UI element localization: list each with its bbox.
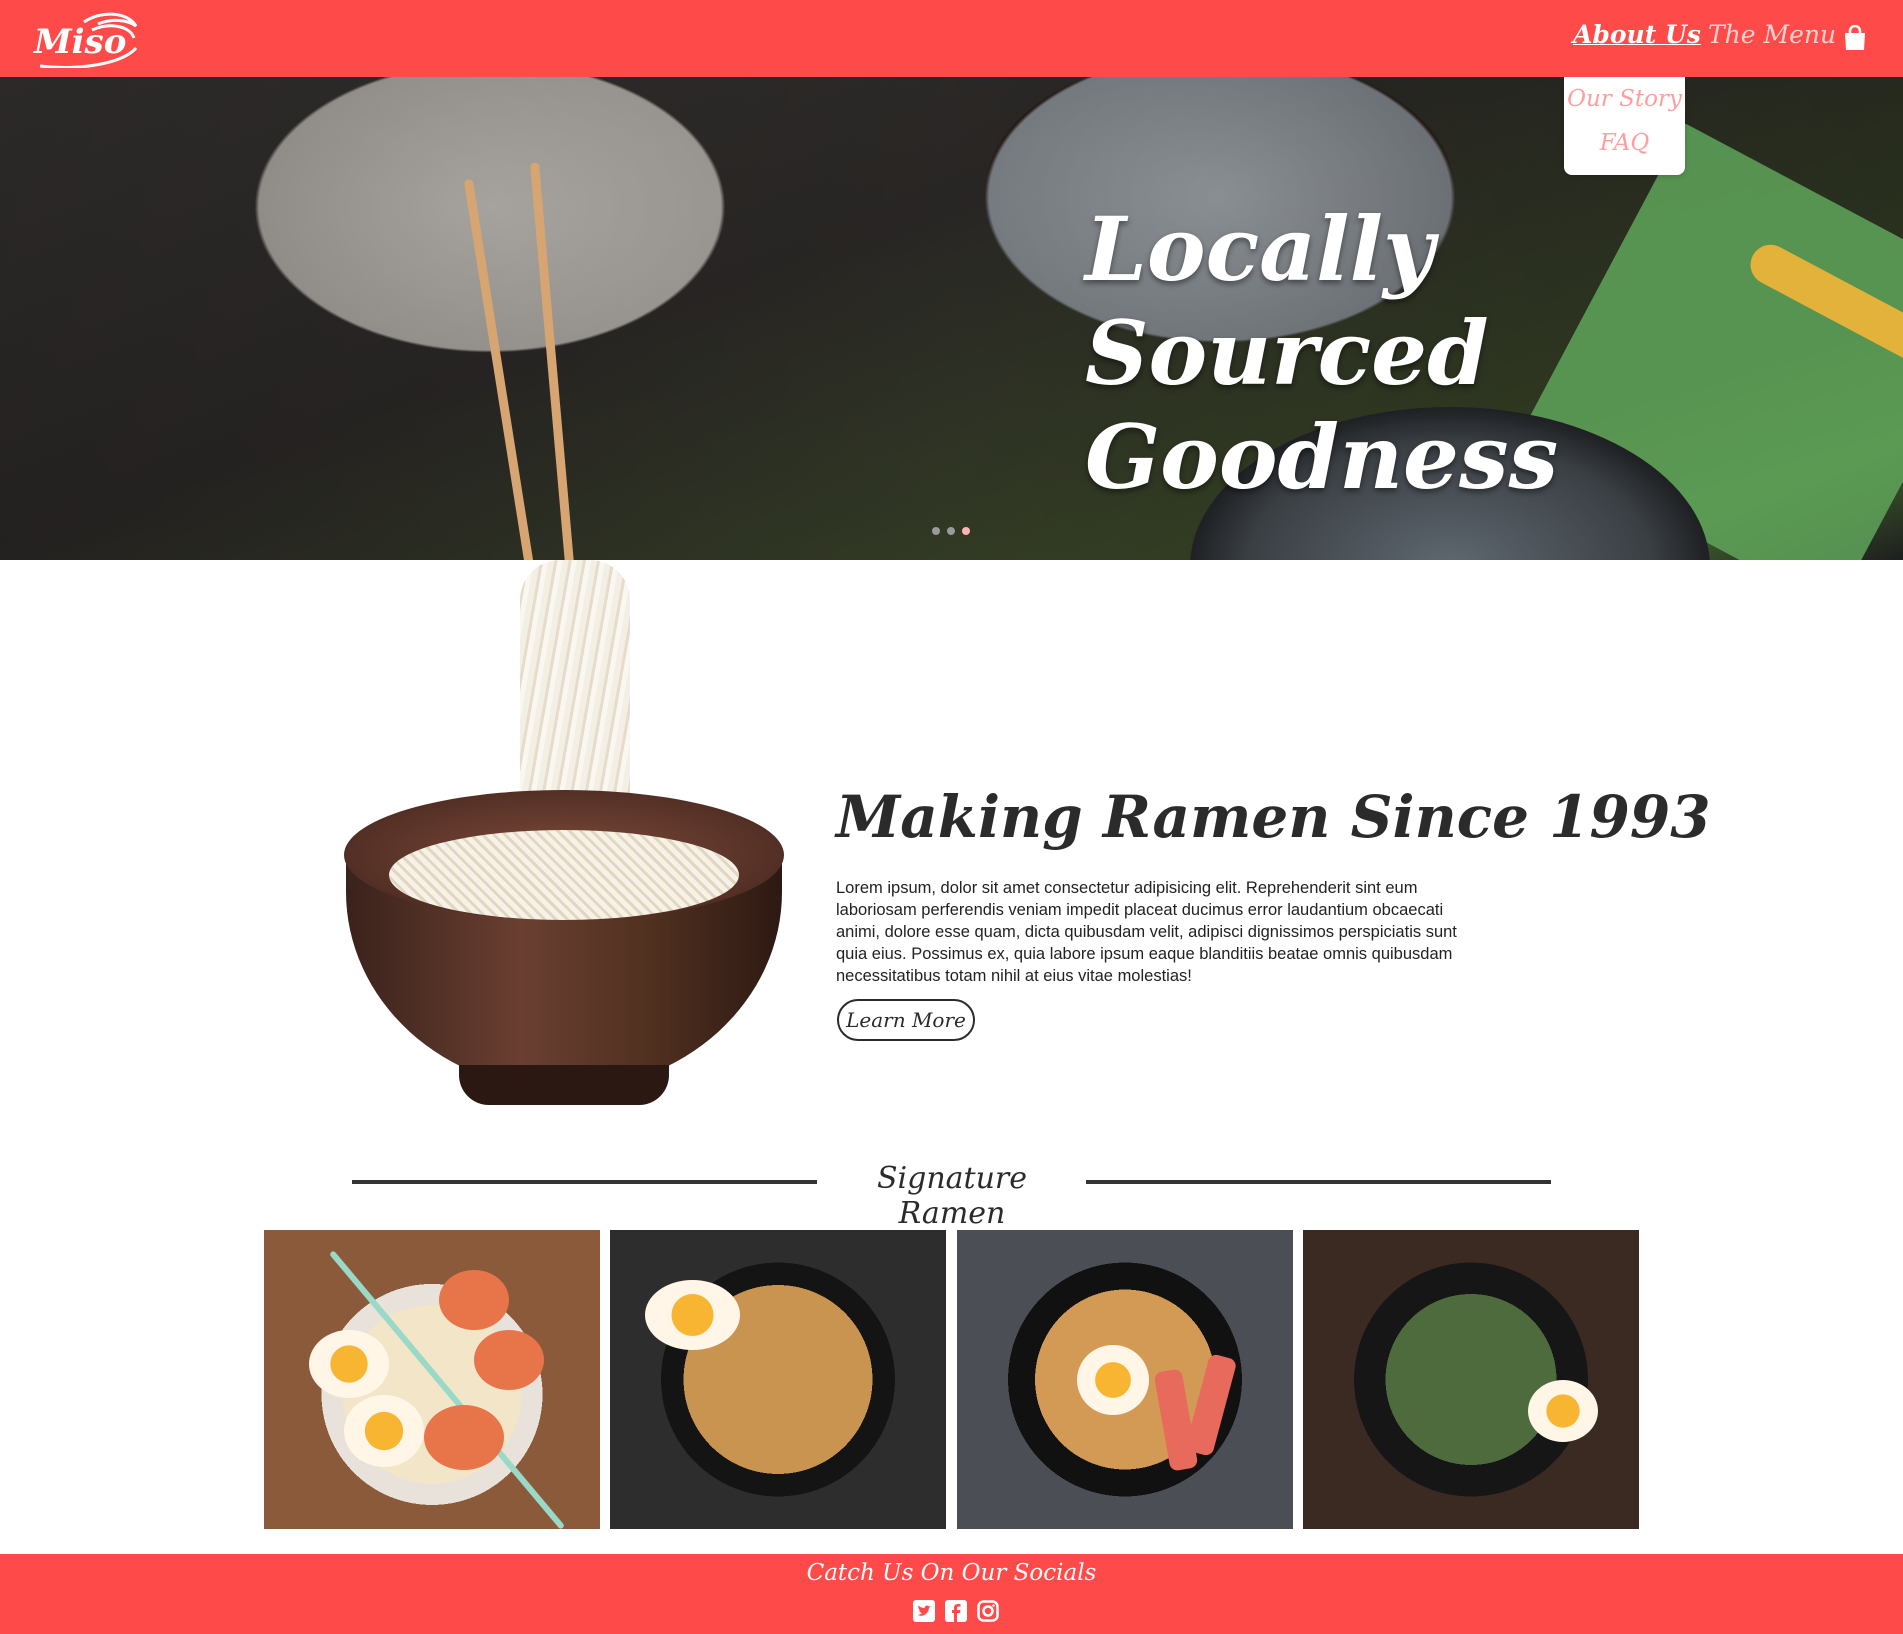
miso-logo[interactable]: Miso	[32, 8, 142, 68]
shrimp	[439, 1270, 509, 1330]
carousel-dot-1[interactable]	[932, 527, 940, 535]
egg	[344, 1395, 424, 1467]
egg	[1528, 1380, 1598, 1442]
signature-ramen-heading: Signature Ramen	[876, 1161, 1028, 1231]
hero-chopstick	[529, 162, 576, 560]
nav-the-menu[interactable]: The Menu	[1708, 20, 1836, 49]
ramen-card-crab[interactable]	[957, 1230, 1293, 1529]
dropdown-item-faq[interactable]: FAQ	[1564, 121, 1685, 165]
hero-title: Locally Sourced Goodness	[1085, 197, 1559, 509]
carousel-dot-2[interactable]	[947, 527, 955, 535]
egg	[309, 1330, 389, 1398]
about-dropdown-menu: Our Story FAQ	[1564, 77, 1685, 175]
carousel-dot-3[interactable]	[962, 527, 970, 535]
logo-text: Miso	[34, 22, 127, 62]
crab-stick	[1184, 1353, 1238, 1457]
footer-heading: Catch Us On Our Socials	[806, 1560, 1097, 1586]
facebook-icon[interactable]	[945, 1600, 968, 1622]
hero-chopstick	[463, 178, 536, 560]
shrimp	[474, 1330, 544, 1390]
navbar: Miso About Us The Menu	[0, 0, 1903, 77]
learn-more-button[interactable]: Learn More	[837, 999, 975, 1041]
section-divider-right	[1086, 1180, 1551, 1184]
ramen-card-pork[interactable]	[1303, 1230, 1639, 1529]
instagram-icon[interactable]	[977, 1600, 999, 1622]
section-divider-left	[352, 1180, 817, 1184]
egg	[1077, 1345, 1149, 1415]
shopping-bag-icon[interactable]	[1843, 25, 1867, 51]
dropdown-item-our-story[interactable]: Our Story	[1564, 77, 1685, 121]
social-links	[913, 1600, 1004, 1624]
about-heading: Making Ramen Since 1993	[836, 783, 1711, 851]
bowl-noodles	[389, 830, 739, 920]
footer: Catch Us On Our Socials	[0, 1554, 1903, 1634]
about-paragraph: Lorem ipsum, dolor sit amet consectetur …	[836, 879, 1457, 985]
ramen-bowl-image	[344, 790, 784, 1110]
twitter-icon[interactable]	[913, 1600, 935, 1622]
carousel-indicators	[932, 520, 977, 539]
shrimp	[424, 1405, 504, 1470]
nav-about-us[interactable]: About Us	[1573, 20, 1701, 49]
ramen-card-spicy[interactable]	[610, 1230, 946, 1529]
bowl-foot	[459, 1065, 669, 1105]
egg	[645, 1280, 740, 1350]
ramen-card-shrimp[interactable]	[264, 1230, 600, 1529]
